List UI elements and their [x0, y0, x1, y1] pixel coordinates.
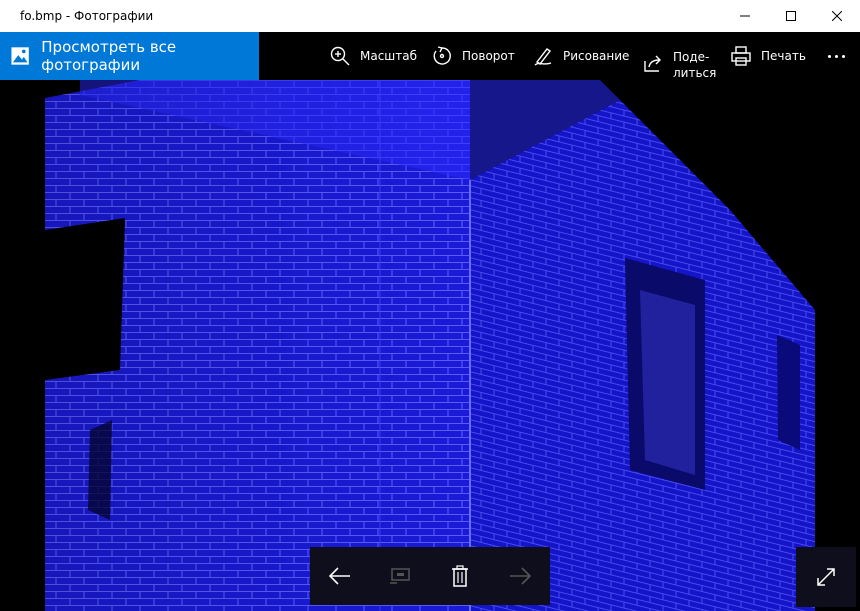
- close-button[interactable]: [814, 0, 860, 32]
- rotate-button[interactable]: Поворот: [432, 32, 515, 80]
- window-title: fo.bmp - Фотографии: [20, 9, 154, 23]
- draw-label: Рисование: [563, 49, 630, 63]
- slideshow-icon: [390, 568, 410, 584]
- more-icon: [827, 54, 831, 58]
- trash-icon: [452, 565, 468, 587]
- right-window-2: [777, 335, 800, 450]
- zoom-label: Масштаб: [360, 49, 418, 63]
- next-button[interactable]: [505, 561, 535, 591]
- share-icon: [644, 55, 661, 72]
- arrow-right-icon: [510, 567, 531, 585]
- close-icon: [832, 11, 842, 21]
- zoom-icon: [330, 46, 350, 66]
- command-bar: Просмотреть все фотографии Масштаб Повор…: [0, 32, 860, 80]
- expand-icon: [817, 568, 835, 586]
- share-label-line1: Поде-: [673, 50, 710, 64]
- minimize-button[interactable]: [722, 0, 768, 32]
- arrow-left-icon: [329, 567, 350, 585]
- more-icon: [841, 54, 845, 58]
- print-button[interactable]: Печать: [731, 32, 806, 80]
- printer-icon: [731, 46, 751, 66]
- title-bar: fo.bmp - Фотографии: [0, 0, 860, 32]
- maximize-button[interactable]: [768, 0, 814, 32]
- more-icon: [834, 54, 838, 58]
- pen-icon: [534, 48, 552, 66]
- maximize-icon: [786, 11, 796, 21]
- more-button[interactable]: [824, 32, 848, 80]
- rotate-icon: [433, 46, 451, 65]
- draw-button[interactable]: Рисование: [533, 32, 629, 80]
- share-button[interactable]: Поде- литься: [643, 32, 716, 80]
- print-label: Печать: [761, 49, 806, 63]
- slideshow-button[interactable]: [385, 561, 415, 591]
- minimize-icon: [740, 15, 750, 17]
- picture-icon: [11, 47, 29, 65]
- rotate-label: Поворот: [462, 49, 515, 63]
- delete-button[interactable]: [445, 561, 475, 591]
- photo-canvas: [0, 80, 860, 611]
- fullscreen-button[interactable]: [796, 547, 856, 607]
- share-label-line2: литься: [673, 66, 717, 80]
- view-all-photos-button[interactable]: Просмотреть все фотографии: [0, 32, 259, 80]
- zoom-button[interactable]: Масштаб: [330, 32, 417, 80]
- view-all-label: Просмотреть все фотографии: [41, 38, 177, 74]
- photo-navigation-bar: [310, 547, 550, 605]
- previous-button[interactable]: [325, 561, 355, 591]
